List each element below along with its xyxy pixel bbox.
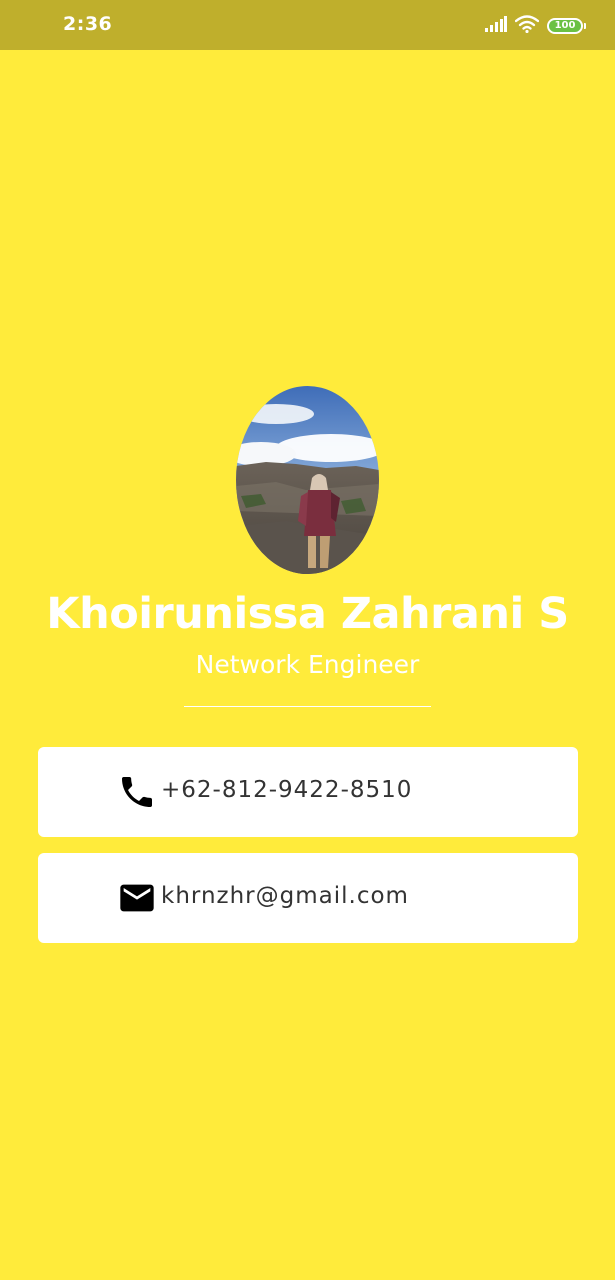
phone-icon [117,772,157,812]
profile-name: Khoirunissa Zahrani S [46,589,569,639]
status-icons: 100 [485,15,586,37]
email-card[interactable]: khrnzhr@gmail.com [38,853,578,943]
phone-card[interactable]: +62-812-9422-8510 [38,747,578,837]
email-icon [117,878,157,918]
battery-level: 100 [554,20,576,31]
status-time: 2:36 [63,13,113,35]
wifi-icon [514,15,540,37]
divider [184,706,431,707]
phone-number: +62-812-9422-8510 [161,777,413,803]
profile-title: Network Engineer [195,650,420,679]
signal-icon [485,16,507,36]
profile-photo [236,386,379,574]
email-address: khrnzhr@gmail.com [161,883,409,909]
status-bar: 2:36 100 [0,0,615,50]
battery-icon: 100 [547,18,586,34]
